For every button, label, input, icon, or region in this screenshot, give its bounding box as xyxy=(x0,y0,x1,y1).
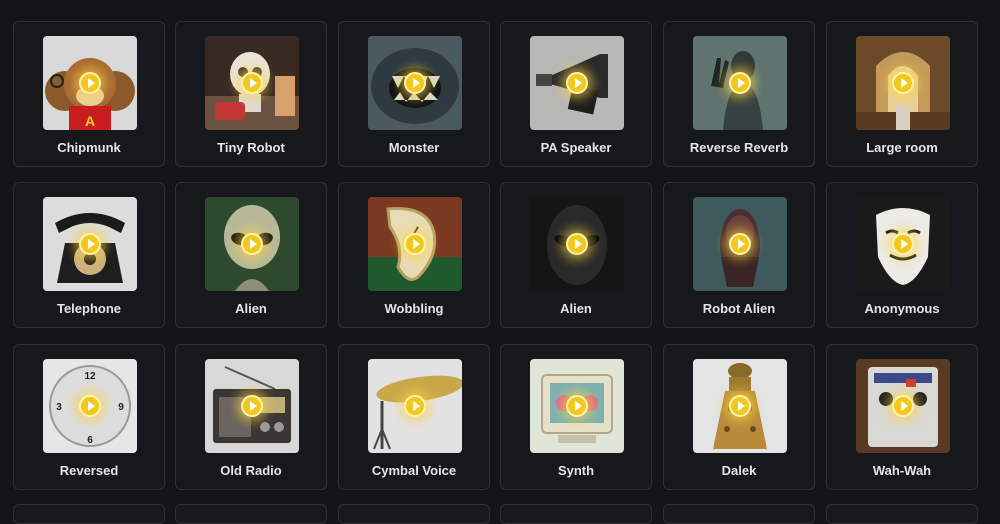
play-icon[interactable] xyxy=(79,72,101,94)
voice-card-dalek[interactable]: Dalek xyxy=(663,344,815,490)
voice-label: Cymbal Voice xyxy=(371,463,457,478)
voice-card-old-radio[interactable]: Old Radio xyxy=(175,344,327,490)
monster-image xyxy=(368,36,462,130)
play-icon[interactable] xyxy=(404,72,426,94)
voice-label: Monster xyxy=(388,140,440,155)
voice-card-partial[interactable] xyxy=(500,504,652,524)
voice-card-alien[interactable]: Alien xyxy=(175,182,327,328)
voice-label: Dalek xyxy=(721,463,757,478)
svg-text:A: A xyxy=(85,113,95,129)
voice-card-chipmunk[interactable]: A Chipmunk xyxy=(13,21,165,167)
pa-speaker-image xyxy=(530,36,624,130)
voice-label: Chipmunk xyxy=(57,140,121,155)
reversed-clock-image: 12 3 9 6 xyxy=(43,359,137,453)
svg-text:3: 3 xyxy=(56,402,62,413)
play-icon[interactable] xyxy=(404,233,426,255)
voice-label: Reverse Reverb xyxy=(689,140,789,155)
wah-pedal-image xyxy=(856,359,950,453)
play-icon[interactable] xyxy=(241,233,263,255)
voice-card-reverse-reverb[interactable]: Reverse Reverb xyxy=(663,21,815,167)
voice-card-wobbling[interactable]: Wobbling xyxy=(338,182,490,328)
play-icon[interactable] xyxy=(566,233,588,255)
voice-label: Wobbling xyxy=(384,301,444,316)
voice-label: Alien xyxy=(560,301,592,316)
voice-card-partial[interactable] xyxy=(175,504,327,524)
voice-card-cymbal-voice[interactable]: Cymbal Voice xyxy=(338,344,490,490)
chipmunk-image: A xyxy=(43,36,137,130)
voice-card-large-room[interactable]: Large room xyxy=(826,21,978,167)
play-icon[interactable] xyxy=(892,72,914,94)
synth-monitor-image xyxy=(530,359,624,453)
tiny-robot-image xyxy=(205,36,299,130)
voice-card-partial[interactable] xyxy=(338,504,490,524)
play-icon[interactable] xyxy=(241,395,263,417)
cymbal-image xyxy=(368,359,462,453)
play-icon[interactable] xyxy=(729,395,751,417)
voice-card-partial[interactable] xyxy=(826,504,978,524)
voice-card-tiny-robot[interactable]: Tiny Robot xyxy=(175,21,327,167)
play-icon[interactable] xyxy=(729,72,751,94)
svg-text:6: 6 xyxy=(87,435,93,446)
voice-label: PA Speaker xyxy=(540,140,612,155)
telephone-image xyxy=(43,197,137,291)
voice-card-partial[interactable] xyxy=(663,504,815,524)
voice-label: Wah-Wah xyxy=(872,463,932,478)
play-icon[interactable] xyxy=(892,395,914,417)
alien-image xyxy=(205,197,299,291)
reverse-reverb-image xyxy=(693,36,787,130)
voice-card-monster[interactable]: Monster xyxy=(338,21,490,167)
voice-label: Anonymous xyxy=(864,301,940,316)
voice-label: Tiny Robot xyxy=(217,140,285,155)
voice-card-synth[interactable]: Synth xyxy=(500,344,652,490)
wobbling-clock-image xyxy=(368,197,462,291)
play-icon[interactable] xyxy=(729,233,751,255)
anonymous-mask-image xyxy=(856,197,950,291)
dalek-image xyxy=(693,359,787,453)
voice-label: Robot Alien xyxy=(702,301,776,316)
voice-label: Alien xyxy=(235,301,267,316)
voice-card-wah-wah[interactable]: Wah-Wah xyxy=(826,344,978,490)
play-icon[interactable] xyxy=(241,72,263,94)
svg-text:9: 9 xyxy=(118,402,124,413)
play-icon[interactable] xyxy=(892,233,914,255)
voice-card-partial[interactable] xyxy=(13,504,165,524)
robot-alien-image xyxy=(693,197,787,291)
play-icon[interactable] xyxy=(566,395,588,417)
voice-card-robot-alien[interactable]: Robot Alien xyxy=(663,182,815,328)
alien-face-image xyxy=(530,197,624,291)
voice-label: Telephone xyxy=(56,301,122,316)
large-room-image xyxy=(856,36,950,130)
voice-card-alien-2[interactable]: Alien xyxy=(500,182,652,328)
voice-effects-grid: A Chipmunk Tiny Robot Monster PA Speaker… xyxy=(0,0,1000,524)
voice-card-telephone[interactable]: Telephone xyxy=(13,182,165,328)
voice-card-pa-speaker[interactable]: PA Speaker xyxy=(500,21,652,167)
play-icon[interactable] xyxy=(566,72,588,94)
svg-text:12: 12 xyxy=(84,371,96,382)
play-icon[interactable] xyxy=(79,233,101,255)
voice-label: Large room xyxy=(866,140,938,155)
play-icon[interactable] xyxy=(79,395,101,417)
old-radio-image xyxy=(205,359,299,453)
voice-card-reversed[interactable]: 12 3 9 6 Reversed xyxy=(13,344,165,490)
voice-label: Reversed xyxy=(59,463,119,478)
voice-card-anonymous[interactable]: Anonymous xyxy=(826,182,978,328)
voice-label: Old Radio xyxy=(220,463,282,478)
voice-label: Synth xyxy=(557,463,595,478)
play-icon[interactable] xyxy=(404,395,426,417)
